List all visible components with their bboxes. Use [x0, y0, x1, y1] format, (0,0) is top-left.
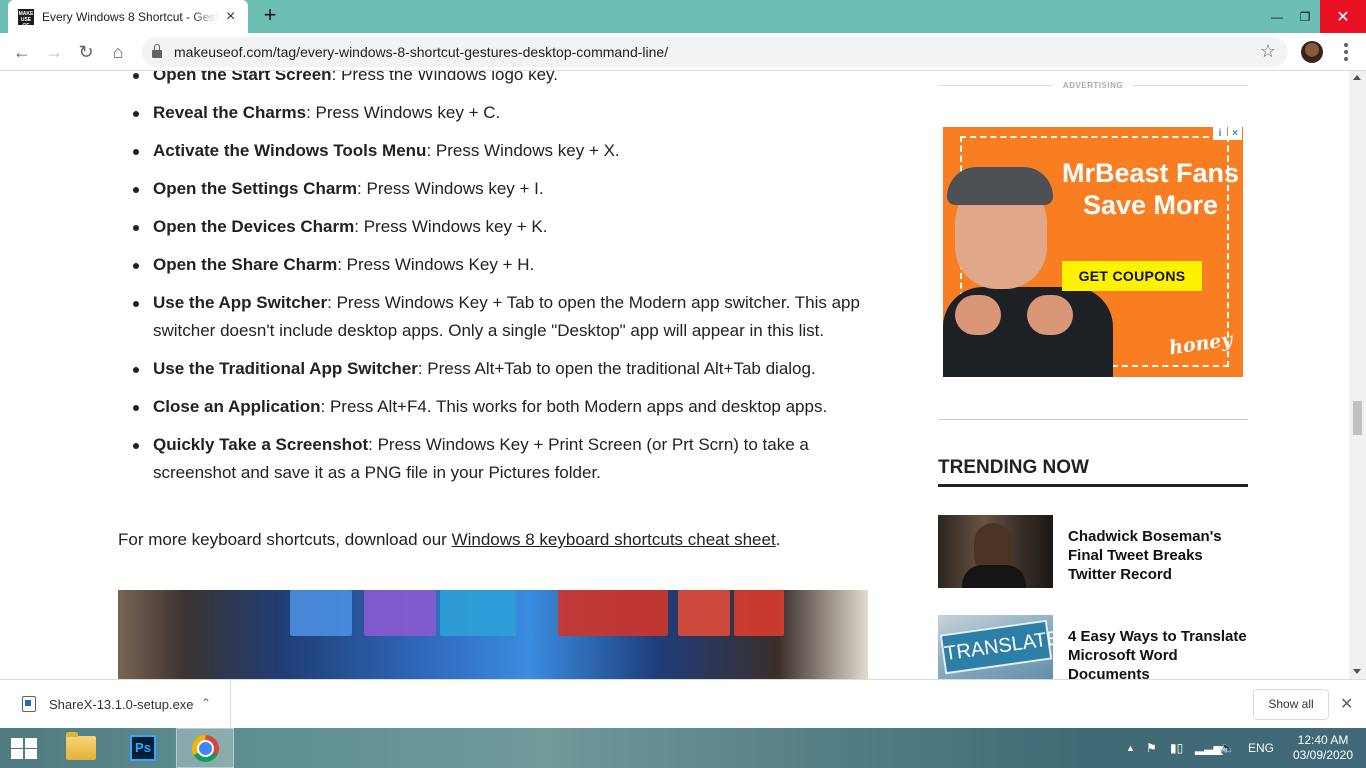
- advertisement-banner[interactable]: MrBeast Fans Save More GET COUPONS honey: [943, 127, 1243, 377]
- download-filename: ShareX-13.1.0-setup.exe: [49, 696, 194, 712]
- shortcut-item: Open the Settings Charm: Press Windows k…: [130, 175, 870, 203]
- shortcut-item: Use the App Switcher: Press Windows Key …: [130, 289, 870, 345]
- ad-headline: MrBeast Fans Save More: [1061, 158, 1240, 220]
- shortcut-description: : Press Alt+Tab to open the traditional …: [417, 359, 816, 378]
- photoshop-icon[interactable]: Ps: [114, 728, 172, 768]
- shortcut-item: Activate the Windows Tools Menu: Press W…: [130, 137, 870, 165]
- browser-tab-active[interactable]: MAKE USE OF Every Windows 8 Shortcut - G…: [8, 0, 248, 33]
- shortcut-title: Quickly Take a Screenshot: [153, 435, 369, 454]
- address-bar[interactable]: makeuseof.com/tag/every-windows-8-shortc…: [142, 37, 1288, 67]
- shortcut-title: Activate the Windows Tools Menu: [153, 141, 427, 160]
- scroll-up-arrow-icon[interactable]: [1353, 75, 1361, 80]
- close-window-icon[interactable]: ✕: [1320, 0, 1366, 33]
- shortcut-title: Open the Settings Charm: [153, 179, 358, 198]
- shortcut-title: Close an Application: [153, 397, 321, 416]
- ad-choices[interactable]: i ×: [1213, 127, 1243, 140]
- windows-taskbar: Ps ▲ ⚑ ▮▯ ▂▃▅ 🔈 ENG 12:40 AM 03/09/2020: [0, 728, 1366, 768]
- lock-icon: [152, 44, 162, 58]
- show-hidden-icons-icon[interactable]: ▲: [1126, 728, 1135, 768]
- cheat-suffix: .: [775, 530, 781, 549]
- volume-icon[interactable]: 🔈: [1220, 728, 1235, 768]
- cheat-prefix: For more keyboard shortcuts, download ou…: [118, 530, 452, 549]
- home-icon[interactable]: ⌂: [106, 40, 130, 64]
- download-item[interactable]: ShareX-13.1.0-setup.exe ⌃: [0, 680, 231, 728]
- forward-icon[interactable]: →: [42, 40, 66, 64]
- shortcut-item: Close an Application: Press Alt+F4. This…: [130, 393, 870, 421]
- shortcut-item: Reveal the Charms: Press Windows key + C…: [130, 99, 870, 127]
- chevron-up-icon[interactable]: ⌃: [201, 696, 211, 710]
- download-bar: ShareX-13.1.0-setup.exe ⌃ Show all ✕: [0, 679, 1366, 728]
- trending-thumbnail: [938, 515, 1053, 588]
- shortcut-item: Open the Share Charm: Press Windows Key …: [130, 251, 870, 279]
- shortcut-item: Open the Devices Charm: Press Windows ke…: [130, 213, 870, 241]
- scroll-thumb[interactable]: [1353, 401, 1362, 435]
- shortcut-item: Open the Start Screen: Press the Windows…: [130, 71, 870, 89]
- ad-close-icon[interactable]: ×: [1228, 127, 1242, 140]
- advertising-label: ADVERTISING: [938, 81, 1248, 90]
- article-hero-image: [118, 590, 868, 679]
- scroll-down-arrow-icon[interactable]: [1353, 669, 1361, 674]
- shortcut-title: Open the Devices Charm: [153, 217, 355, 236]
- shortcut-description: : Press Windows key + K.: [354, 217, 548, 236]
- trending-thumbnail: TRANSLATE: [938, 615, 1053, 679]
- language-indicator[interactable]: ENG: [1248, 728, 1274, 768]
- shortcut-description: : Press Windows key + X.: [426, 141, 620, 160]
- battery-icon[interactable]: ▮▯: [1170, 728, 1183, 768]
- shortcut-description: : Press Alt+F4. This works for both Mode…: [320, 397, 828, 416]
- trending-item[interactable]: Chadwick Boseman's Final Tweet Breaks Tw…: [938, 515, 1248, 589]
- shortcut-title: Open the Start Screen: [153, 71, 332, 84]
- reload-icon[interactable]: ↻: [74, 40, 98, 64]
- system-clock[interactable]: 12:40 AM 03/09/2020: [1283, 733, 1363, 763]
- close-download-bar-icon[interactable]: ✕: [1340, 694, 1353, 714]
- shortcut-item: Use the Traditional App Switcher: Press …: [130, 355, 870, 383]
- chrome-icon[interactable]: [176, 728, 234, 768]
- shortcut-title: Use the Traditional App Switcher: [153, 359, 418, 378]
- shortcut-item: Quickly Take a Screenshot: Press Windows…: [130, 431, 870, 487]
- translate-sign: TRANSLATE: [939, 619, 1053, 675]
- url-path: /tag/every-windows-8-shortcut-gestures-d…: [272, 44, 669, 60]
- get-coupons-button[interactable]: GET COUPONS: [1062, 261, 1202, 291]
- trending-heading: TRENDING NOW: [938, 457, 1248, 487]
- tab-close-icon[interactable]: ×: [226, 8, 235, 26]
- page-viewport: Open the Start Screen: Press the Windows…: [0, 71, 1349, 679]
- ad-info-icon[interactable]: i: [1213, 127, 1227, 140]
- site-favicon-icon: MAKE USE OF: [18, 8, 34, 29]
- bookmark-star-icon[interactable]: ☆: [1260, 41, 1276, 62]
- shortcut-description: : Press Windows key + I.: [357, 179, 544, 198]
- browser-menu-icon[interactable]: [1334, 40, 1358, 64]
- installer-file-icon: [22, 696, 36, 712]
- new-tab-icon[interactable]: +: [258, 4, 282, 28]
- action-center-flag-icon[interactable]: ⚑: [1146, 728, 1157, 768]
- start-windows-icon[interactable]: [11, 738, 37, 759]
- clock-time: 12:40 AM: [1297, 733, 1349, 747]
- profile-avatar[interactable]: [1301, 41, 1323, 63]
- shortcut-title: Use the App Switcher: [153, 293, 328, 312]
- cheat-sheet-paragraph: For more keyboard shortcuts, download ou…: [118, 528, 878, 552]
- shortcut-description: : Press the Windows logo key.: [331, 71, 559, 84]
- file-explorer-icon[interactable]: [52, 728, 110, 768]
- sidebar-divider: [938, 419, 1248, 420]
- trending-title[interactable]: Chadwick Boseman's Final Tweet Breaks Tw…: [1068, 527, 1248, 584]
- browser-toolbar: ← → ↻ ⌂ makeuseof.com/tag/every-windows-…: [0, 33, 1366, 71]
- restore-window-icon[interactable]: ❐: [1290, 0, 1320, 33]
- shortcut-description: : Press Windows key + C.: [306, 103, 501, 122]
- network-signal-icon[interactable]: ▂▃▅: [1195, 728, 1223, 768]
- tab-strip: MAKE USE OF Every Windows 8 Shortcut - G…: [0, 0, 1366, 33]
- clock-date: 03/09/2020: [1292, 748, 1354, 762]
- trending-title[interactable]: 4 Easy Ways to Translate Microsoft Word …: [1068, 627, 1248, 679]
- show-all-button[interactable]: Show all: [1253, 689, 1329, 720]
- cheat-sheet-link[interactable]: Windows 8 keyboard shortcuts cheat sheet: [452, 530, 776, 549]
- url-domain: makeuseof.com: [174, 44, 273, 60]
- page-scrollbar[interactable]: [1349, 71, 1366, 679]
- back-icon[interactable]: ←: [10, 40, 34, 64]
- trending-item[interactable]: TRANSLATE 4 Easy Ways to Translate Micro…: [938, 615, 1248, 679]
- shortcut-title: Open the Share Charm: [153, 255, 338, 274]
- tab-title: Every Windows 8 Shortcut - Gestures, Des…: [42, 9, 218, 24]
- shortcut-title: Reveal the Charms: [153, 103, 307, 122]
- minimize-window-icon[interactable]: —: [1262, 0, 1292, 33]
- shortcut-description: : Press Windows Key + H.: [337, 255, 535, 274]
- shortcut-list: Open the Start Screen: Press the Windows…: [130, 71, 870, 497]
